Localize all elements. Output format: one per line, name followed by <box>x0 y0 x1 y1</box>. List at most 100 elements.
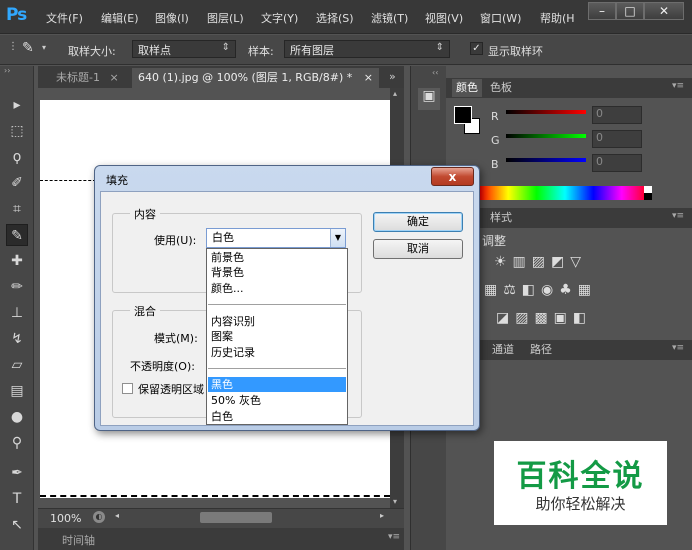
watermark-title: 百科全说 <box>516 459 645 494</box>
minimize-button[interactable]: – <box>588 2 616 20</box>
scroll-up-icon[interactable]: ▴ <box>393 89 397 98</box>
scroll-right-icon[interactable]: ▸ <box>380 511 384 520</box>
dropdown-item-foreground[interactable]: 前景色 <box>208 250 346 265</box>
use-select[interactable]: 白色 <box>206 228 346 248</box>
tabs-overflow-icon[interactable]: » <box>389 70 396 83</box>
use-label: 使用(U): <box>154 234 197 247</box>
cancel-button[interactable]: 取消 <box>373 239 463 259</box>
history-panel-icon[interactable]: ▣ <box>418 88 440 110</box>
ok-button[interactable]: 确定 <box>373 212 463 232</box>
channel-r-value[interactable]: 0 <box>592 106 642 124</box>
dropdown-item-content-aware[interactable]: 内容识别 <box>208 314 346 329</box>
panel-menu-icon[interactable]: ▾≡ <box>672 211 684 221</box>
dropdown-item-background[interactable]: 背景色 <box>208 265 346 280</box>
color-panel-tabs <box>446 78 692 98</box>
dropdown-item-black[interactable]: 黑色 <box>208 377 346 392</box>
horizontal-scroll-thumb[interactable] <box>200 512 272 523</box>
sample-select[interactable]: 所有图层 ⇕ <box>284 40 450 58</box>
scroll-left-icon[interactable]: ◂ <box>115 511 119 520</box>
dodge-tool-icon[interactable]: ⚲ <box>6 432 28 454</box>
zoom-level[interactable]: 100% <box>50 512 81 525</box>
tab-paths[interactable]: 路径 <box>530 341 552 359</box>
mode-label: 模式(M): <box>154 332 198 345</box>
panel-menu-icon[interactable]: ▾≡ <box>672 343 684 353</box>
menu-file[interactable]: 文件(F) <box>46 10 83 26</box>
preserve-transparency-label: 保留透明区域 <box>138 383 204 396</box>
eraser-tool-icon[interactable]: ▱ <box>6 354 28 376</box>
adjustment-icons-row-2[interactable]: ▦⚖◧◉♣▦ <box>484 282 597 298</box>
info-icon[interactable]: ◐ <box>93 511 105 523</box>
channel-b-slider[interactable] <box>506 158 586 162</box>
blur-tool-icon[interactable]: ● <box>6 406 28 428</box>
eyedropper-tool-icon[interactable]: ✎ <box>22 40 40 58</box>
panel-menu-icon[interactable]: ▾≡ <box>388 532 400 542</box>
dropdown-item-color[interactable]: 颜色... <box>208 281 346 296</box>
menu-help[interactable]: 帮助(H <box>540 10 575 26</box>
tab-channels[interactable]: 通道 <box>492 341 514 359</box>
marquee-tool-icon[interactable]: ⬚ <box>6 120 28 142</box>
path-select-tool-icon[interactable]: ↖ <box>6 514 28 536</box>
close-icon[interactable]: × <box>109 71 118 84</box>
color-spectrum-bar[interactable] <box>480 186 650 200</box>
menu-window[interactable]: 窗口(W) <box>480 10 521 26</box>
dropdown-separator <box>208 368 346 369</box>
maximize-button[interactable]: □ <box>616 2 644 20</box>
move-tool-icon[interactable]: ▸ <box>6 94 28 116</box>
expand-dock-icon[interactable]: ‹‹ <box>432 68 438 77</box>
menu-select[interactable]: 选择(S) <box>316 10 354 26</box>
dropdown-item-50-gray[interactable]: 50% 灰色 <box>208 393 346 408</box>
foreground-color-swatch[interactable] <box>454 106 472 124</box>
selection-marquee-edge <box>40 180 96 181</box>
channel-g-label: G <box>491 134 500 147</box>
adjustment-icons-row-1[interactable]: ☀▥▨◩▽ <box>494 254 587 270</box>
doc-tab-active[interactable]: 640 (1).jpg @ 100% (图层 1, RGB/8#) * × <box>132 68 379 88</box>
menu-type[interactable]: 文字(Y) <box>261 10 298 26</box>
history-brush-tool-icon[interactable]: ↯ <box>6 328 28 350</box>
crop-tool-icon[interactable]: ⌗ <box>6 198 28 220</box>
type-tool-icon[interactable]: T <box>6 488 28 510</box>
brush-tool-icon[interactable]: ✏ <box>6 276 28 298</box>
pen-tool-icon[interactable]: ✒ <box>6 462 28 484</box>
doc-tab-untitled[interactable]: 未标题-1 × <box>50 68 125 88</box>
contents-group-label: 内容 <box>130 206 160 222</box>
healing-brush-tool-icon[interactable]: ✚ <box>6 250 28 272</box>
dropdown-arrow-icon[interactable]: ▼ <box>330 229 345 247</box>
eyedropper-tool-icon[interactable]: ✎ <box>6 224 28 246</box>
preserve-transparency-checkbox[interactable] <box>122 383 133 394</box>
dropdown-item-pattern[interactable]: 图案 <box>208 329 346 344</box>
menu-filter[interactable]: 滤镜(T) <box>371 10 408 26</box>
black-white-swatch[interactable] <box>644 186 652 200</box>
watermark-subtitle: 助你轻松解决 <box>535 495 626 513</box>
dropdown-separator <box>208 304 346 305</box>
menu-view[interactable]: 视图(V) <box>425 10 463 26</box>
menu-edit[interactable]: 编辑(E) <box>101 10 139 26</box>
collapse-toolbar-icon[interactable]: ›› <box>4 66 10 75</box>
dialog-close-button[interactable]: x <box>431 167 474 186</box>
adjustment-icons-row-3[interactable]: ◪▨▩▣◧ <box>496 310 592 326</box>
dropdown-item-white[interactable]: 白色 <box>208 409 346 424</box>
tab-swatches[interactable]: 色板 <box>490 79 512 97</box>
menu-image[interactable]: 图像(I) <box>155 10 189 26</box>
show-ring-checkbox[interactable]: ✓ <box>470 42 483 55</box>
scroll-down-icon[interactable]: ▾ <box>393 497 397 506</box>
clone-stamp-tool-icon[interactable]: ⊥ <box>6 302 28 324</box>
channel-b-value[interactable]: 0 <box>592 154 642 172</box>
sample-size-select[interactable]: 取样点 ⇕ <box>132 40 236 58</box>
tab-styles[interactable]: 样式 <box>490 209 512 227</box>
panel-menu-icon[interactable]: ▾≡ <box>672 81 684 91</box>
lasso-tool-icon[interactable]: ϙ <box>6 146 28 168</box>
gradient-tool-icon[interactable]: ▤ <box>6 380 28 402</box>
channel-r-slider[interactable] <box>506 110 586 114</box>
channel-g-slider[interactable] <box>506 134 586 138</box>
tool-preset-arrow-icon[interactable]: ▾ <box>42 43 46 52</box>
tab-color[interactable]: 颜色 <box>452 79 482 97</box>
dropdown-item-history[interactable]: 历史记录 <box>208 345 346 360</box>
opacity-label: 不透明度(O): <box>130 360 195 373</box>
channel-g-value[interactable]: 0 <box>592 130 642 148</box>
timeline-label[interactable]: 时间轴 <box>62 532 95 548</box>
quick-select-tool-icon[interactable]: ✐ <box>6 172 28 194</box>
close-window-button[interactable]: ✕ <box>644 2 684 20</box>
close-icon[interactable]: × <box>364 71 373 84</box>
menu-layer[interactable]: 图层(L) <box>207 10 244 26</box>
sample-value: 所有图层 <box>290 44 334 57</box>
